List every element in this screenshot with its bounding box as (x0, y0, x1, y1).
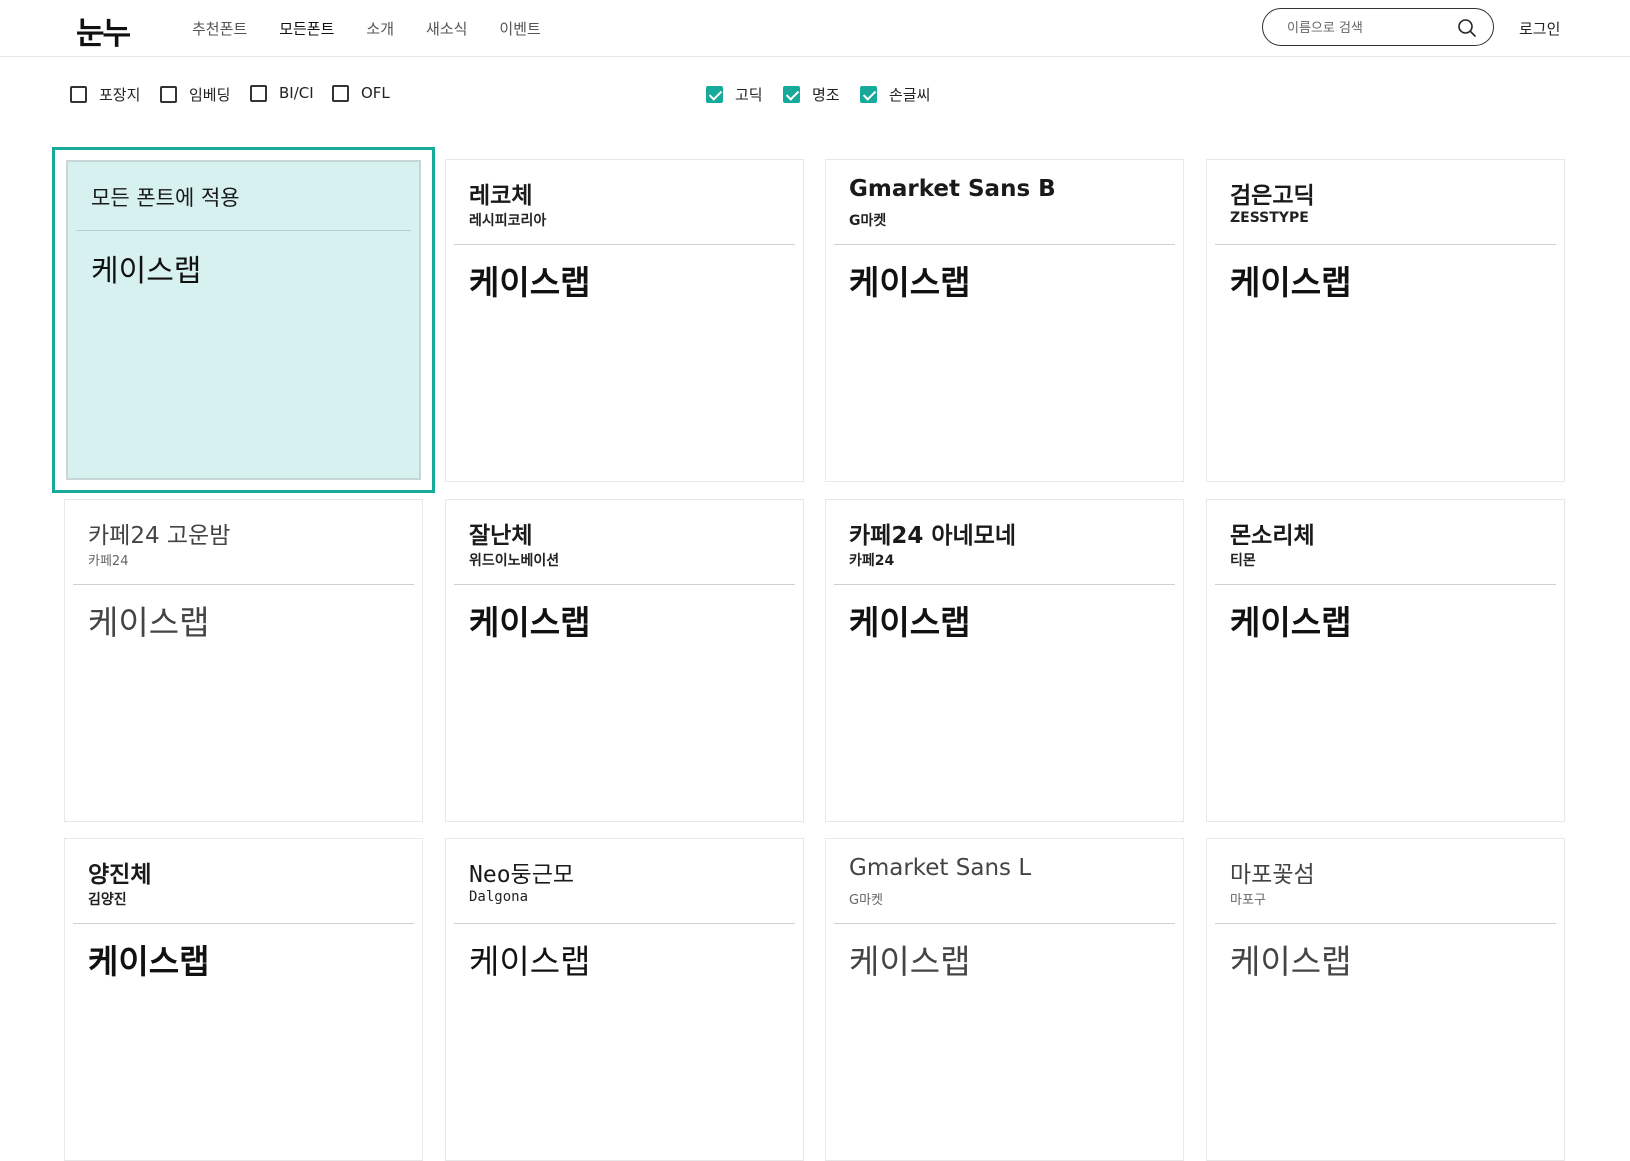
login-link[interactable]: 로그인 (1519, 18, 1560, 39)
filter-embedding[interactable]: 임베딩 (160, 84, 230, 105)
font-sample: 케이스랩 (88, 942, 210, 981)
filter-label: BI/CI (279, 84, 314, 102)
font-name: 잘난체 (469, 523, 533, 549)
filter-label: 손글씨 (889, 86, 931, 104)
search-box (1262, 8, 1494, 46)
nav-item-news[interactable]: 새소식 (426, 18, 467, 39)
font-name: 카페24 아네모네 (849, 523, 1016, 549)
font-maker: Dalgona (469, 889, 529, 905)
divider (834, 244, 1175, 245)
divider (834, 584, 1175, 585)
filter-label: 포장지 (99, 86, 141, 104)
font-card[interactable]: Gmarket Sans B G마켓 케이스랩 (825, 159, 1184, 482)
font-name: 양진체 (88, 862, 152, 888)
font-card[interactable]: 몬소리체 티몬 케이스랩 (1206, 499, 1565, 822)
divider (454, 244, 795, 245)
nav-item-recommended[interactable]: 추천폰트 (192, 18, 247, 39)
font-sample: 케이스랩 (469, 942, 591, 981)
font-card[interactable]: 카페24 고운밤 카페24 케이스랩 (64, 499, 423, 822)
apply-all-sample-text[interactable]: 케이스랩 (91, 246, 201, 290)
font-maker: G마켓 (849, 893, 883, 908)
nav-item-about[interactable]: 소개 (366, 18, 394, 39)
font-card[interactable]: 양진체 김양진 케이스랩 (64, 838, 423, 1161)
font-maker: 카페24 (849, 553, 895, 569)
filter-wrapping[interactable]: 포장지 (70, 84, 140, 105)
apply-all-title: 모든 폰트에 적용 (91, 186, 240, 210)
font-maker: 마포구 (1230, 893, 1266, 908)
filter-gothic[interactable]: 고딕 (706, 84, 763, 105)
top-header: 눈누 추천폰트 모든폰트 소개 새소식 이벤트 로그인 (0, 0, 1630, 57)
main-nav: 추천폰트 모든폰트 소개 새소식 이벤트 (192, 0, 573, 56)
filter-bar: 포장지 임베딩 BI/CI OFL 고딕 명조 손글씨 (70, 84, 1570, 108)
font-maker: 카페24 (88, 554, 129, 569)
font-name: 몬소리체 (1230, 523, 1315, 549)
font-card[interactable]: 카페24 아네모네 카페24 케이스랩 (825, 499, 1184, 822)
font-name: 카페24 고운밤 (88, 523, 231, 549)
font-sample: 케이스랩 (469, 603, 591, 642)
divider (454, 923, 795, 924)
filter-bici[interactable]: BI/CI (250, 84, 314, 102)
font-maker: G마켓 (849, 213, 887, 229)
apply-all-card[interactable]: 모든 폰트에 적용 케이스랩 (66, 160, 421, 480)
font-card[interactable]: 레코체 레시피코리아 케이스랩 (445, 159, 804, 482)
filter-label: 명조 (812, 86, 840, 104)
font-name: Neo둥근모 (469, 862, 575, 888)
apply-all-card-frame: 모든 폰트에 적용 케이스랩 (52, 147, 435, 493)
divider (76, 230, 411, 231)
font-sample: 케이스랩 (1230, 942, 1352, 981)
site-logo[interactable]: 눈누 (76, 8, 131, 53)
search-input[interactable] (1285, 17, 1449, 39)
divider (73, 584, 414, 585)
divider (1215, 244, 1556, 245)
font-card[interactable]: 마포꽃섬 마포구 케이스랩 (1206, 838, 1565, 1161)
filter-ofl[interactable]: OFL (332, 84, 390, 102)
font-sample: 케이스랩 (88, 603, 210, 642)
font-sample: 케이스랩 (1230, 263, 1352, 302)
filter-myeongjo[interactable]: 명조 (783, 84, 840, 105)
checkbox-gothic[interactable] (706, 86, 723, 103)
font-name: Gmarket Sans L (849, 855, 1032, 881)
checkbox-myeongjo[interactable] (783, 86, 800, 103)
font-name: 레코체 (469, 183, 533, 209)
filter-handwriting[interactable]: 손글씨 (860, 84, 930, 105)
font-sample: 케이스랩 (469, 263, 591, 302)
divider (1215, 584, 1556, 585)
filter-label: OFL (361, 84, 390, 102)
checkbox-bici[interactable] (250, 84, 267, 102)
font-name: 검은고딕 (1230, 183, 1315, 209)
font-maker: 김양진 (88, 892, 127, 908)
divider (1215, 923, 1556, 924)
divider (73, 923, 414, 924)
font-sample: 케이스랩 (849, 603, 971, 642)
font-maker: 위드이노베이션 (469, 553, 560, 569)
font-card[interactable]: 검은고딕 ZESSTYPE 케이스랩 (1206, 159, 1565, 482)
font-card[interactable]: Neo둥근모 Dalgona 케이스랩 (445, 838, 804, 1161)
font-name: Gmarket Sans B (849, 176, 1056, 202)
font-sample: 케이스랩 (849, 263, 971, 302)
font-maker: ZESSTYPE (1230, 210, 1309, 226)
font-card[interactable]: 잘난체 위드이노베이션 케이스랩 (445, 499, 804, 822)
nav-item-events[interactable]: 이벤트 (499, 18, 540, 39)
filter-label: 임베딩 (189, 86, 231, 104)
checkbox-embedding[interactable] (160, 86, 177, 103)
divider (834, 923, 1175, 924)
checkbox-handwriting[interactable] (860, 86, 877, 103)
checkbox-ofl[interactable] (332, 84, 349, 102)
checkbox-wrapping[interactable] (70, 86, 87, 103)
font-maker: 레시피코리아 (469, 213, 547, 229)
font-card[interactable]: Gmarket Sans L G마켓 케이스랩 (825, 838, 1184, 1161)
font-maker: 티몬 (1230, 553, 1256, 569)
search-icon[interactable] (1457, 18, 1477, 38)
font-sample: 케이스랩 (1230, 603, 1352, 642)
nav-item-all-fonts[interactable]: 모든폰트 (279, 18, 334, 39)
filter-label: 고딕 (735, 86, 763, 104)
font-sample: 케이스랩 (849, 942, 971, 981)
divider (454, 584, 795, 585)
font-name: 마포꽃섬 (1230, 862, 1315, 888)
